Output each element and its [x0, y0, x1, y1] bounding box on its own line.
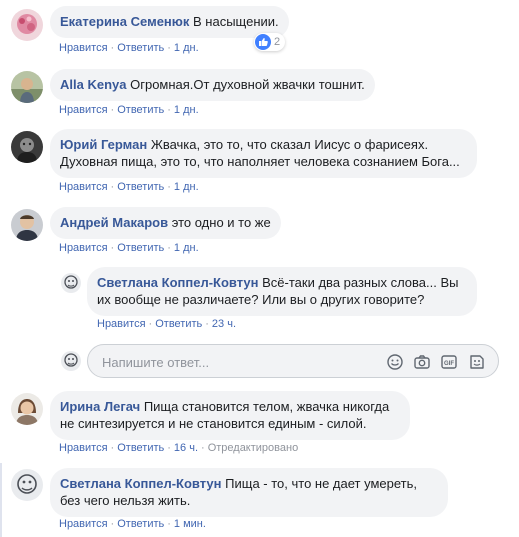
comment-bubble: Alla Kenya Огромная.От духовной жвачки т…	[50, 69, 375, 101]
like-link[interactable]: Нравится	[59, 42, 108, 54]
like-icon	[255, 34, 271, 50]
reply-link[interactable]: Ответить	[155, 318, 202, 330]
reply-author[interactable]: Светлана Коппел-Ковтун	[97, 275, 259, 290]
timestamp[interactable]: 1 дн.	[174, 104, 199, 116]
comment-author[interactable]: Светлана Коппел-Ковтун	[60, 476, 222, 491]
current-user-avatar	[61, 351, 81, 371]
reply-link[interactable]: Ответить	[117, 518, 164, 530]
avatar[interactable]	[11, 131, 43, 163]
reaction-count-badge[interactable]: 2	[254, 33, 286, 51]
comment-author[interactable]: Alla Kenya	[60, 77, 126, 92]
like-link[interactable]: Нравится	[59, 518, 108, 530]
emoji-icon[interactable]	[386, 353, 404, 371]
comment-actions: Нравится · Ответить · 1 дн.	[59, 42, 199, 54]
like-link[interactable]: Нравится	[59, 104, 108, 116]
like-link[interactable]: Нравится	[97, 318, 146, 330]
like-link[interactable]: Нравится	[59, 442, 108, 454]
timestamp[interactable]: 1 дн.	[174, 42, 199, 54]
comment-bubble: Ирина Легач Пища становится телом, жвачк…	[50, 391, 410, 440]
comment-actions: Нравится · Ответить · 1 дн.	[59, 104, 199, 116]
avatar[interactable]	[61, 273, 81, 293]
camera-icon[interactable]	[413, 353, 431, 371]
reply-link[interactable]: Ответить	[117, 242, 164, 254]
timestamp[interactable]: 1 мин.	[174, 518, 206, 530]
avatar[interactable]	[11, 393, 43, 425]
gif-icon[interactable]: GIF	[440, 353, 458, 371]
reply-input[interactable]	[100, 352, 374, 372]
comment-actions: Нравится · Ответить · 1 дн.	[59, 242, 199, 254]
comment-bubble: Светлана Коппел-Ковтун Пища - то, что не…	[50, 468, 448, 517]
comment-bubble: Андрей Макаров это одно и то же	[50, 207, 281, 239]
comment-text: Огромная.От духовной жвачки тошнит.	[130, 77, 365, 92]
avatar[interactable]	[11, 469, 43, 501]
comment-author[interactable]: Андрей Макаров	[60, 215, 168, 230]
avatar[interactable]	[11, 9, 43, 41]
reply-input-box[interactable]: GIF	[87, 344, 499, 378]
comment-text: В насыщении.	[193, 14, 279, 29]
reply-actions: Нравится · Ответить · 23 ч.	[97, 318, 237, 330]
comment-bubble: Юрий Герман Жвачка, это то, что сказал И…	[50, 129, 477, 178]
reply-link[interactable]: Ответить	[117, 42, 164, 54]
sticker-icon[interactable]	[468, 353, 486, 371]
avatar[interactable]	[11, 71, 43, 103]
like-link[interactable]: Нравится	[59, 242, 108, 254]
reply-link[interactable]: Ответить	[117, 181, 164, 193]
comment-bubble: Екатерина Семенюк В насыщении.	[50, 6, 289, 38]
new-comment-indicator	[0, 463, 2, 537]
reply-link[interactable]: Ответить	[117, 104, 164, 116]
reply-bubble: Светлана Коппел-Ковтун Всё-таки два разн…	[87, 267, 477, 316]
avatar[interactable]	[11, 209, 43, 241]
comment-author[interactable]: Екатерина Семенюк	[60, 14, 189, 29]
comment-actions: Нравится · Ответить · 1 мин.	[59, 518, 206, 530]
edited-label[interactable]: Отредактировано	[208, 442, 299, 454]
comment-actions: Нравится · Ответить · 1 дн.	[59, 181, 199, 193]
comment-actions: Нравится · Ответить · 16 ч. · Отредактировано	[59, 442, 299, 454]
comment-text: это одно и то же	[171, 215, 271, 230]
timestamp[interactable]: 23 ч.	[212, 318, 236, 330]
comment-author[interactable]: Юрий Герман	[60, 137, 147, 152]
comment-author[interactable]: Ирина Легач	[60, 399, 140, 414]
timestamp[interactable]: 16 ч.	[174, 442, 198, 454]
svg-text:GIF: GIF	[444, 361, 454, 367]
timestamp[interactable]: 1 дн.	[174, 181, 199, 193]
timestamp[interactable]: 1 дн.	[174, 242, 199, 254]
reaction-count: 2	[274, 36, 281, 48]
like-link[interactable]: Нравится	[59, 181, 108, 193]
reply-link[interactable]: Ответить	[117, 442, 164, 454]
